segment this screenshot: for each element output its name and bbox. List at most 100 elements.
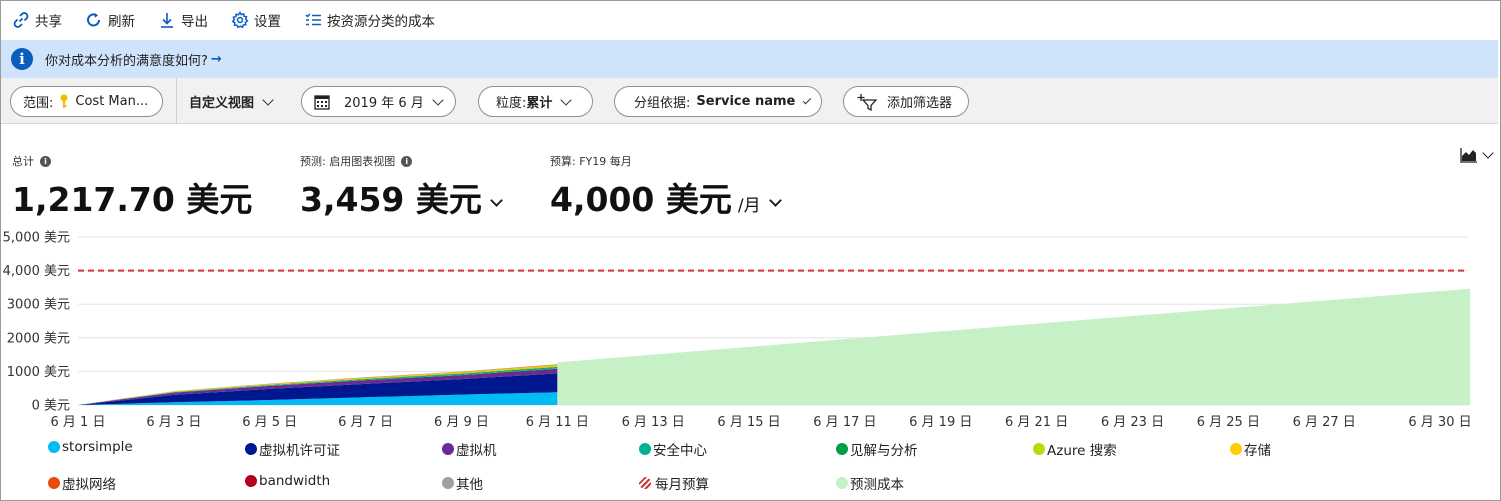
x-tick-label: 6 月 11 日 — [526, 415, 589, 430]
legend-label: Azure 搜索 — [1047, 443, 1117, 459]
x-tick-label: 6 月 25 日 — [1197, 415, 1260, 430]
x-tick-label: 6 月 19 日 — [909, 415, 972, 430]
info-icon[interactable]: i — [40, 155, 51, 167]
view-selector[interactable]: 自定义视图 — [189, 86, 274, 117]
legend-label: 其他 — [456, 477, 483, 493]
legend-swatch — [836, 443, 848, 455]
groupby-pill[interactable]: 分组依据: Service name — [614, 86, 822, 117]
legend-item[interactable]: 虚拟机许可证 — [245, 439, 340, 459]
export-button[interactable]: 导出 — [157, 5, 218, 35]
add-filter-button[interactable]: 添加筛选器 — [843, 86, 969, 117]
y-axis-labels: 0 美元 1000 美元 2000 美元 3000 美元 4,000 美元 5,000 美… — [3, 231, 70, 414]
granularity-value: 累计 — [526, 96, 553, 111]
total-label: 总计 — [12, 155, 34, 168]
legend-swatch — [245, 443, 257, 455]
legend-label: 虚拟机 — [456, 443, 497, 459]
y-tick-label: 5,000 美元 — [3, 231, 70, 246]
forecast-metric: 预测: 启用图表视图 i 3,459 美元 — [300, 153, 503, 221]
x-tick-label: 6 月 5 日 — [242, 415, 297, 430]
refresh-label: 刷新 — [108, 14, 135, 30]
legend-label: 见解与分析 — [850, 443, 918, 459]
x-tick-label: 6 月 3 日 — [146, 415, 201, 430]
legend-item[interactable]: 预测成本 — [836, 473, 904, 493]
share-label: 共享 — [35, 14, 62, 30]
legend-item[interactable]: 其他 — [442, 473, 483, 493]
legend-swatch — [245, 475, 257, 487]
chevron-down-icon — [262, 93, 274, 106]
date-picker[interactable]: 2019 年 6 月 — [301, 86, 456, 117]
x-tick-label: 6 月 17 日 — [813, 415, 876, 430]
legend-hatch-swatch — [639, 477, 651, 489]
stacked-area-layer — [78, 364, 558, 405]
feedback-banner: i 你对成本分析的满意度如何? → — [1, 40, 1498, 78]
list-icon — [303, 10, 323, 30]
info-icon: i — [11, 48, 33, 70]
groupby-value: Service name — [696, 94, 796, 109]
chevron-down-icon — [490, 194, 503, 207]
forecast-dropdown[interactable]: 3,459 美元 — [300, 173, 503, 221]
refresh-icon — [84, 10, 104, 30]
y-tick-label: 3000 美元 — [7, 298, 70, 313]
x-tick-label: 6 月 15 日 — [717, 415, 780, 430]
settings-button[interactable]: 设置 — [230, 5, 291, 35]
share-button[interactable]: 共享 — [11, 5, 72, 35]
info-icon[interactable]: i — [401, 155, 413, 167]
legend-label: 虚拟网络 — [62, 477, 116, 493]
chevron-down-icon — [768, 194, 782, 207]
legend-item[interactable]: 安全中心 — [639, 439, 707, 459]
y-tick-label: 1000 美元 — [7, 365, 70, 380]
x-tick-label: 6 月 13 日 — [622, 415, 685, 430]
forecast-value: 3,459 美元 — [300, 180, 482, 219]
chart-type-selector[interactable] — [1460, 146, 1494, 163]
x-tick-label: 6 月 23 日 — [1101, 415, 1164, 430]
x-tick-label: 6 月 30 日 — [1408, 415, 1471, 430]
forecast-area — [557, 288, 1470, 405]
groupby-label: 分组依据: — [634, 96, 691, 111]
calendar-icon — [314, 94, 330, 110]
chevron-down-icon — [432, 93, 444, 106]
divider — [176, 78, 177, 124]
x-tick-label: 6 月 9 日 — [434, 415, 489, 430]
legend-label: 每月预算 — [655, 477, 709, 493]
legend-item[interactable]: 存储 — [1230, 439, 1271, 459]
scope-label: 范围: — [23, 96, 54, 111]
gear-icon — [230, 10, 250, 30]
budget-value: 4,000 美元 — [550, 180, 732, 219]
legend-swatch — [639, 443, 651, 455]
area-chart-icon — [1460, 147, 1478, 163]
legend-swatch — [48, 441, 60, 453]
add-filter-icon — [857, 93, 877, 111]
forecast-label: 预测: 启用图表视图 — [300, 155, 396, 168]
add-filter-label: 添加筛选器 — [887, 96, 953, 111]
budget-label: 预算: FY19 每月 — [550, 155, 632, 168]
cost-by-resource-button[interactable]: 按资源分类的成本 — [303, 5, 445, 35]
legend-swatch — [442, 477, 454, 489]
forecast-area-layer — [557, 288, 1470, 405]
legend-item[interactable]: Azure 搜索 — [1033, 439, 1117, 459]
key-icon — [59, 94, 69, 110]
legend-item[interactable]: storsimple — [48, 439, 133, 455]
legend-swatch — [1230, 443, 1242, 455]
link-icon — [11, 10, 31, 30]
legend-item[interactable]: 虚拟机 — [442, 439, 497, 459]
feedback-text[interactable]: 你对成本分析的满意度如何? — [45, 50, 208, 69]
legend-item[interactable]: 虚拟网络 — [48, 473, 116, 493]
command-bar: 共享 刷新 导出 设置 按资源分类的成本 — [1, 1, 1498, 39]
refresh-button[interactable]: 刷新 — [84, 5, 145, 35]
export-label: 导出 — [181, 14, 208, 30]
legend-label: storsimple — [62, 439, 133, 455]
budget-dropdown[interactable]: 4,000 美元/月 — [550, 173, 782, 221]
budget-period: /月 — [737, 196, 761, 216]
legend-item[interactable]: 见解与分析 — [836, 439, 918, 459]
arrow-right-icon[interactable]: → — [211, 52, 222, 67]
x-axis-labels: 6 月 1 日 6 月 3 日 6 月 5 日 6 月 7 日 6 月 9 日 6 月 1… — [51, 415, 1472, 430]
y-tick-label: 2000 美元 — [7, 331, 70, 346]
chevron-down-icon — [560, 93, 573, 106]
granularity-pill[interactable]: 粒度: 累计 — [478, 86, 593, 117]
legend-label: 安全中心 — [653, 443, 707, 459]
legend-item[interactable]: 每月预算 — [639, 473, 709, 493]
x-tick-label: 6 月 27 日 — [1293, 415, 1356, 430]
legend-item[interactable]: bandwidth — [245, 473, 330, 489]
legend-swatch — [1033, 443, 1045, 455]
scope-pill[interactable]: 范围: Cost Man... — [10, 86, 163, 117]
